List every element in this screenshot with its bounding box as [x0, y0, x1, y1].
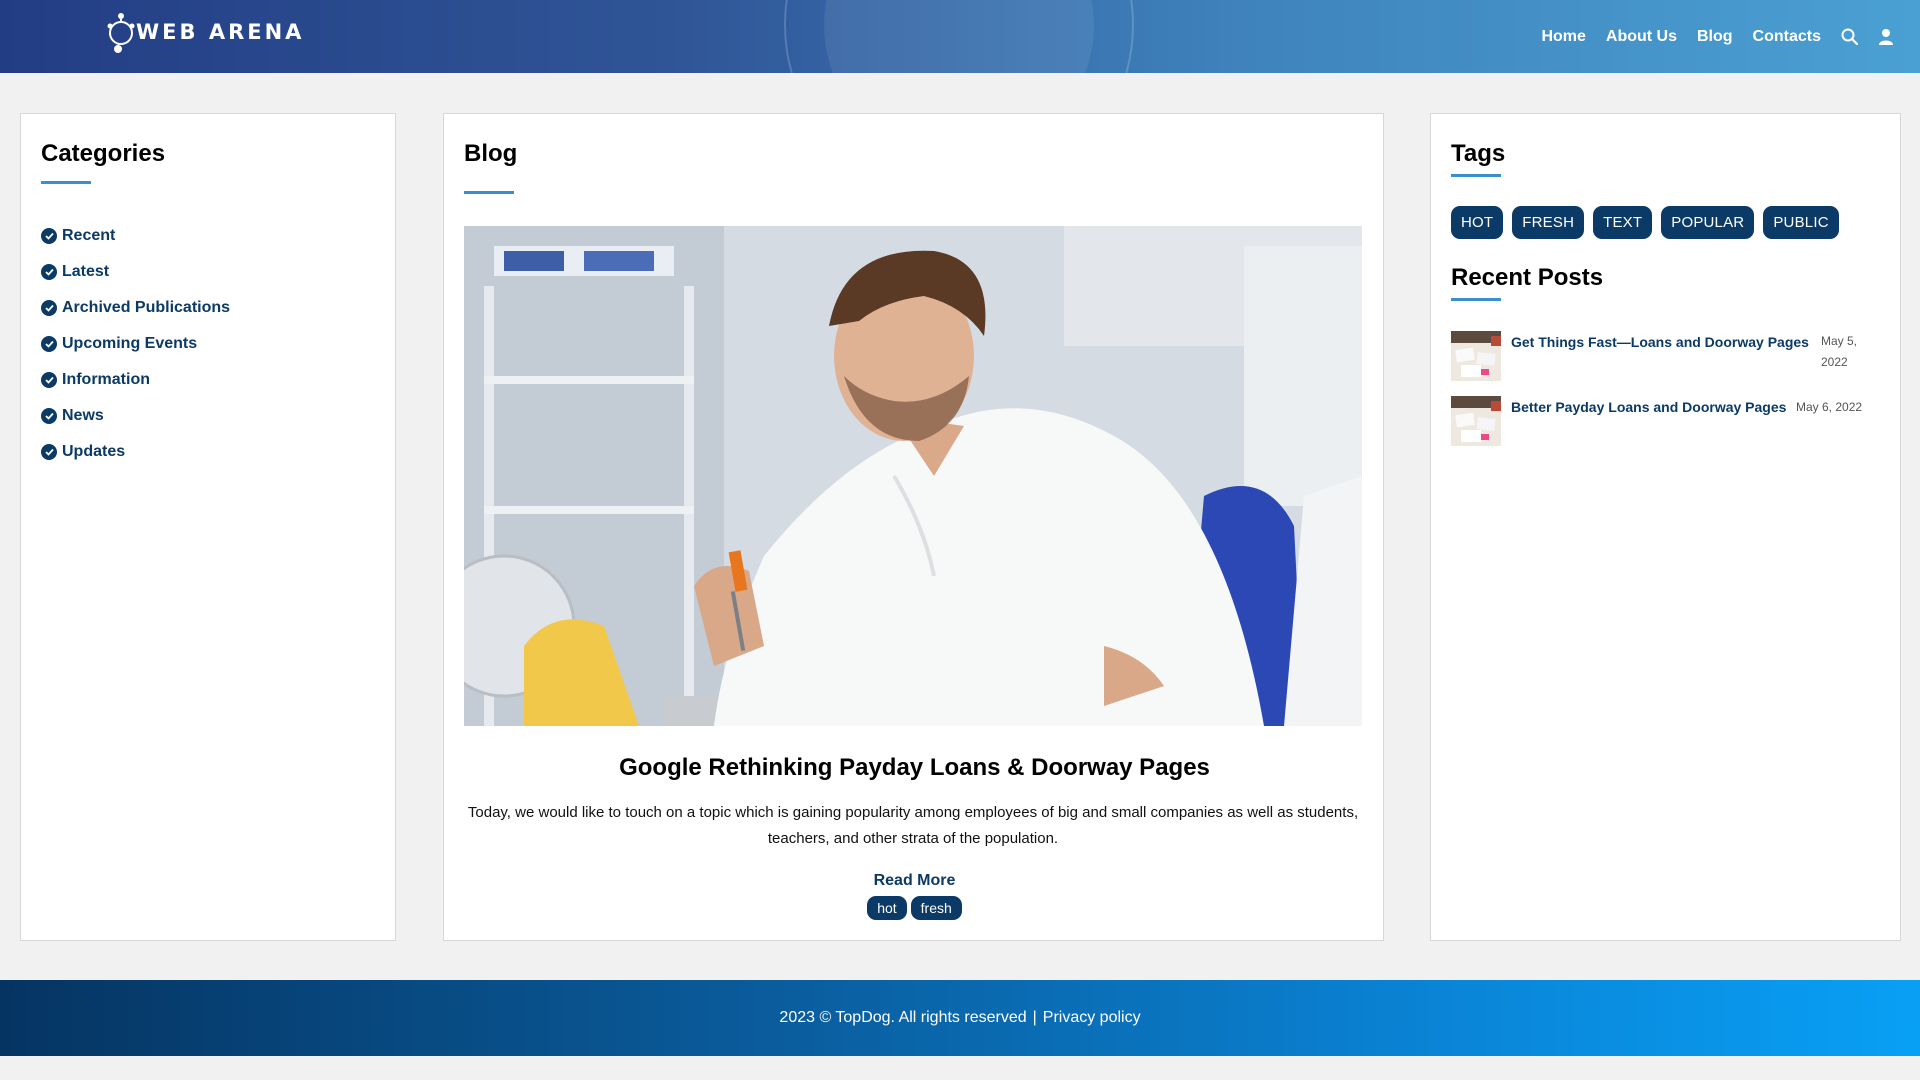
- category-item-information[interactable]: Information: [41, 362, 230, 398]
- blog-post-image[interactable]: [464, 226, 1362, 726]
- category-label: Information: [62, 371, 150, 388]
- categories-title: Categories: [41, 140, 166, 167]
- logo-network-icon: [104, 12, 135, 53]
- blog-title: Blog: [464, 140, 518, 167]
- category-label: Latest: [62, 263, 110, 280]
- header-decoration-circle: [824, 0, 1094, 73]
- nav-blog[interactable]: Blog: [1697, 28, 1733, 46]
- logo-text: WEB ARENA: [136, 20, 305, 44]
- footer-copyright: 2023 © TopDog. All rights reserved: [779, 1009, 1027, 1026]
- nav-home[interactable]: Home: [1541, 28, 1585, 46]
- tag-popular[interactable]: POPULAR: [1661, 206, 1755, 239]
- tag-public[interactable]: PUBLIC: [1763, 206, 1839, 239]
- search-icon[interactable]: [1841, 28, 1858, 45]
- tag-fresh[interactable]: FRESH: [1512, 206, 1585, 239]
- category-item-latest[interactable]: Latest: [41, 254, 230, 290]
- check-circle-icon: [41, 336, 57, 352]
- check-circle-icon: [41, 444, 57, 460]
- post-tag-fresh[interactable]: fresh: [910, 896, 962, 920]
- category-label: Archived Publications: [62, 299, 231, 316]
- recent-post-thumbnail[interactable]: [1451, 331, 1501, 381]
- recent-post-title[interactable]: Get Things Fast—Loans and Doorway Pages: [1511, 331, 1811, 381]
- read-more-link[interactable]: Read More: [444, 872, 1385, 890]
- category-item-updates[interactable]: Updates: [41, 434, 230, 470]
- main-nav: Home About Us Blog Contacts: [1521, 0, 1894, 73]
- category-item-archived-publications[interactable]: Archived Publications: [41, 290, 230, 326]
- check-circle-icon: [41, 264, 57, 280]
- post-tags: hot fresh: [444, 896, 1385, 920]
- tag-text[interactable]: TEXT: [1593, 206, 1653, 239]
- privacy-policy-link[interactable]: Privacy policy: [1043, 1009, 1141, 1027]
- tag-hot[interactable]: HOT: [1451, 206, 1504, 239]
- recent-post-date: May 6, 2022: [1796, 400, 1863, 414]
- tags-list: HOT FRESH TEXT POPULAR PUBLIC: [1451, 206, 1839, 239]
- tags-recent-panel: Tags HOT FRESH TEXT POPULAR PUBLIC Recen…: [1430, 113, 1901, 941]
- recent-post-item[interactable]: Better Payday Loans and Doorway Pages Ma…: [1451, 396, 1881, 446]
- check-circle-icon: [41, 300, 57, 316]
- recent-post-date: May 5, 2022: [1821, 334, 1858, 369]
- title-underline: [464, 191, 514, 194]
- footer-separator: |: [1032, 1009, 1037, 1026]
- user-icon[interactable]: [1878, 28, 1894, 45]
- categories-list: Recent Latest Archived Publications Upco…: [41, 218, 230, 470]
- recent-post-item[interactable]: Get Things Fast—Loans and Doorway Pages …: [1451, 331, 1881, 381]
- category-item-news[interactable]: News: [41, 398, 230, 434]
- recent-post-thumbnail[interactable]: [1451, 396, 1501, 446]
- category-label: Upcoming Events: [62, 335, 198, 352]
- site-logo[interactable]: WEB ARENA: [104, 12, 305, 53]
- category-item-upcoming-events[interactable]: Upcoming Events: [41, 326, 230, 362]
- nav-about-us[interactable]: About Us: [1606, 28, 1677, 46]
- post-tag-hot[interactable]: hot: [867, 896, 907, 920]
- category-item-recent[interactable]: Recent: [41, 218, 230, 254]
- nav-contacts[interactable]: Contacts: [1753, 28, 1821, 46]
- category-label: News: [62, 407, 104, 424]
- category-label: Recent: [62, 227, 116, 244]
- recent-posts-title: Recent Posts: [1451, 264, 1604, 291]
- category-label: Updates: [62, 443, 126, 460]
- post-title[interactable]: Google Rethinking Payday Loans & Doorway…: [444, 754, 1385, 782]
- title-underline: [1451, 298, 1501, 301]
- tags-title: Tags: [1451, 140, 1506, 167]
- check-circle-icon: [41, 372, 57, 388]
- site-footer: 2023 © TopDog. All rights reserved | Pri…: [0, 980, 1920, 1056]
- post-excerpt: Today, we would like to touch on a topic…: [467, 804, 1359, 847]
- categories-panel: Categories Recent Latest Archived Public…: [20, 113, 396, 941]
- check-circle-icon: [41, 408, 57, 424]
- recent-post-title[interactable]: Better Payday Loans and Doorway Pages: [1511, 396, 1796, 446]
- title-underline: [1451, 174, 1501, 177]
- site-header: WEB ARENA Home About Us Blog Contacts: [0, 0, 1920, 73]
- check-circle-icon: [41, 228, 57, 244]
- blog-panel: Blog Google Rethinking Payday Loans & Do…: [443, 113, 1384, 941]
- title-underline: [41, 181, 91, 184]
